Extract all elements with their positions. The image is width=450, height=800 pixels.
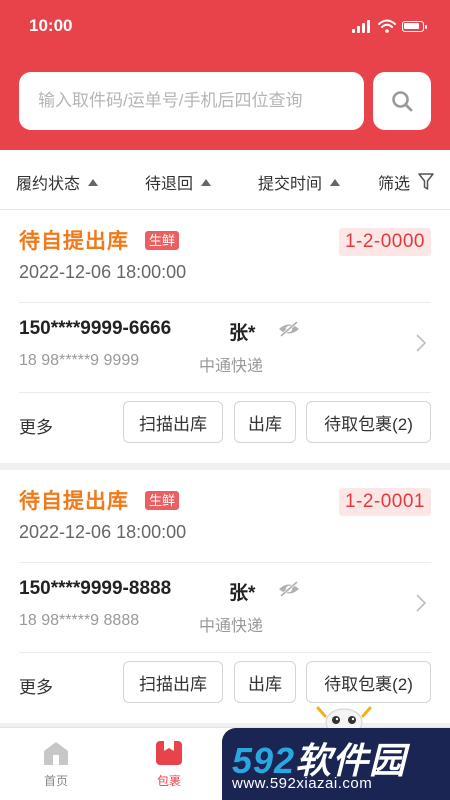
- home-icon: [44, 742, 68, 765]
- filter-label: 筛选: [378, 176, 411, 193]
- divider: [19, 302, 431, 303]
- tab-label: 包裹: [156, 774, 181, 788]
- masked-phone: 18 98*****9 8888: [19, 612, 140, 629]
- fresh-tag: 生鲜: [145, 491, 180, 510]
- scan-checkout-button[interactable]: 扫描出库: [123, 401, 223, 443]
- chevron-right-icon[interactable]: [416, 334, 426, 352]
- courier-name: 中通快递: [199, 618, 264, 635]
- pending-parcels-button[interactable]: 待取包裹(2): [306, 401, 431, 443]
- more-link[interactable]: 更多: [19, 413, 53, 438]
- order-status: 待自提出库: [19, 230, 129, 253]
- recipient-name: 张*: [229, 583, 256, 604]
- signal-icon: [352, 19, 372, 33]
- filter-fulfillment-status[interactable]: 履约状态: [16, 170, 99, 194]
- funnel-icon: [418, 173, 434, 190]
- filter-submit-time[interactable]: 提交时间: [258, 170, 341, 194]
- more-link[interactable]: 更多: [19, 673, 53, 698]
- sort-up-icon: [88, 178, 99, 186]
- order-time: 2022-12-06 18:00:00: [19, 522, 187, 542]
- scan-checkout-button[interactable]: 扫描出库: [123, 661, 223, 703]
- order-time: 2022-12-06 18:00:00: [19, 262, 187, 282]
- masked-phone: 18 98*****9 9999: [19, 352, 140, 369]
- recipient-phone: 150****9999-6666: [19, 318, 172, 339]
- divider: [19, 652, 431, 653]
- tab-label: 首页: [43, 774, 68, 788]
- recipient-phone: 150****9999-8888: [19, 578, 172, 599]
- eye-hidden-icon[interactable]: [278, 581, 300, 597]
- header: 10:00: [0, 0, 450, 150]
- chevron-right-icon[interactable]: [416, 594, 426, 612]
- search-button[interactable]: [373, 72, 431, 130]
- filter-label: 提交时间: [258, 176, 323, 193]
- search-input[interactable]: [19, 72, 364, 130]
- status-icons: [352, 19, 427, 33]
- checkout-button[interactable]: 出库: [234, 661, 296, 703]
- wifi-icon: [378, 19, 396, 33]
- order-status: 待自提出库: [19, 490, 129, 513]
- filter-bar: 履约状态 待退回 提交时间 筛选: [0, 150, 450, 210]
- search-icon: [392, 91, 413, 112]
- pickup-code: 1-2-0000: [338, 228, 431, 256]
- sort-up-icon: [330, 178, 341, 186]
- filter-label: 待退回: [145, 176, 194, 193]
- divider: [19, 392, 431, 393]
- eye-hidden-icon[interactable]: [278, 321, 300, 337]
- pending-parcels-button[interactable]: 待取包裹(2): [306, 661, 431, 703]
- fresh-tag: 生鲜: [145, 231, 180, 250]
- filter-label: 履约状态: [16, 176, 81, 193]
- tab-home[interactable]: 首页: [16, 728, 96, 800]
- watermark-banner: 592软件园 www.592xiazai.com: [222, 728, 450, 800]
- filter-button[interactable]: 筛选: [378, 170, 434, 194]
- recipient-name: 张*: [229, 323, 256, 344]
- parcel-icon: [156, 741, 182, 765]
- order-card[interactable]: 待自提出库 生鲜 1-2-0000 2022-12-06 18:00:00 15…: [0, 210, 450, 463]
- filter-pending-return[interactable]: 待退回: [145, 170, 212, 194]
- status-bar: 10:00: [0, 0, 450, 52]
- divider: [19, 562, 431, 563]
- tab-parcels[interactable]: 包裹: [129, 728, 209, 800]
- checkout-button[interactable]: 出库: [234, 401, 296, 443]
- pickup-code: 1-2-0001: [338, 488, 431, 516]
- courier-name: 中通快递: [199, 358, 264, 375]
- status-time: 10:00: [29, 16, 73, 35]
- search-box: [19, 72, 364, 130]
- battery-icon: [402, 20, 427, 32]
- watermark-url: www.592xiazai.com: [232, 775, 373, 792]
- sort-up-icon: [201, 178, 212, 186]
- order-card[interactable]: 待自提出库 生鲜 1-2-0001 2022-12-06 18:00:00 15…: [0, 470, 450, 723]
